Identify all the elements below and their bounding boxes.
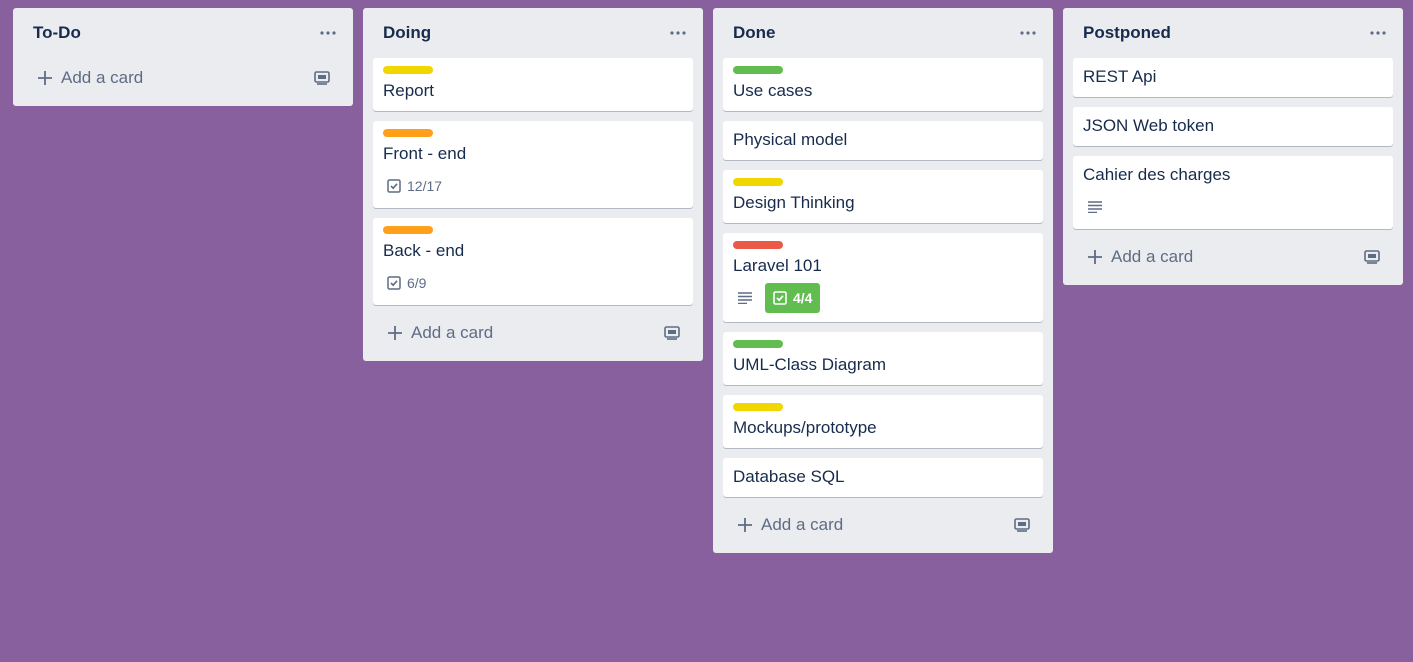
list-menu-button[interactable] — [663, 18, 693, 48]
card[interactable]: Front - end 12/17 — [373, 121, 693, 208]
add-card-label: Add a card — [761, 515, 844, 534]
description-badge — [733, 285, 757, 311]
more-horizontal-icon — [1370, 31, 1386, 35]
label-red[interactable] — [733, 241, 783, 249]
list-menu-button[interactable] — [1013, 18, 1043, 48]
card[interactable]: Laravel 101 4/4 — [723, 233, 1043, 322]
card-title: Mockups/prototype — [733, 418, 877, 437]
card-badges: 12/17 — [383, 173, 683, 199]
card-title: Use cases — [733, 81, 813, 100]
card-title: Front - end — [383, 144, 467, 163]
list-title[interactable]: To-Do — [33, 23, 81, 43]
add-card-button[interactable]: Add a card — [37, 68, 143, 88]
list-menu-button[interactable] — [313, 18, 343, 48]
checklist-complete-badge: 4/4 — [765, 283, 821, 313]
checklist-count: 12/17 — [407, 178, 443, 194]
description-badge — [1083, 194, 1107, 220]
checklist-icon — [387, 179, 401, 193]
label-yellow[interactable] — [383, 66, 433, 74]
card[interactable]: Mockups/prototype — [723, 395, 1043, 448]
plus-icon — [1088, 250, 1102, 264]
list-header: Postponed — [1073, 8, 1393, 58]
card-composer: Add a card — [1073, 237, 1393, 277]
label-green[interactable] — [733, 340, 783, 348]
list-title[interactable]: Doing — [383, 23, 431, 43]
template-icon — [1014, 518, 1030, 532]
card-title: Back - end — [383, 241, 465, 260]
card-list: Report Front - end 12/17 Back - end 6/9 — [373, 58, 693, 305]
card-title: Laravel 101 — [733, 256, 822, 275]
list-header: To-Do — [23, 8, 343, 58]
card-list: Use cases Physical model Design Thinking… — [723, 58, 1043, 497]
checklist-count: 4/4 — [793, 290, 813, 306]
card-composer: Add a card — [373, 313, 693, 353]
card[interactable]: UML-Class Diagram — [723, 332, 1043, 385]
card-title: Design Thinking — [733, 193, 855, 212]
label-orange[interactable] — [383, 226, 433, 234]
create-from-template-button[interactable] — [661, 322, 683, 344]
list-title[interactable]: Postponed — [1083, 23, 1171, 43]
more-horizontal-icon — [1020, 31, 1036, 35]
list-to-do: To-Do Add a card — [13, 8, 353, 106]
more-horizontal-icon — [670, 31, 686, 35]
create-from-template-button[interactable] — [1011, 514, 1033, 536]
plus-icon — [388, 326, 402, 340]
description-icon — [738, 292, 752, 304]
card-title: Cahier des charges — [1083, 165, 1231, 184]
card-title: JSON Web token — [1083, 116, 1215, 135]
template-icon — [1364, 250, 1380, 264]
add-card-label: Add a card — [61, 68, 144, 87]
list-doing: Doing Report Front - end 12/17 Back - en… — [363, 8, 703, 361]
label-yellow[interactable] — [733, 403, 783, 411]
card-list: REST Api JSON Web token Cahier des charg… — [1073, 58, 1393, 229]
list-header: Done — [723, 8, 1043, 58]
checklist-icon — [387, 276, 401, 290]
checklist-count: 6/9 — [407, 275, 427, 291]
card-title: Database SQL — [733, 467, 845, 486]
card-composer: Add a card — [23, 58, 343, 98]
list-done: Done Use cases Physical model Design Thi… — [713, 8, 1053, 553]
checklist-badge: 6/9 — [383, 270, 430, 296]
card[interactable]: Use cases — [723, 58, 1043, 111]
card-title: UML-Class Diagram — [733, 355, 887, 374]
create-from-template-button[interactable] — [1361, 246, 1383, 268]
card-badges — [1083, 194, 1383, 220]
card[interactable]: Back - end 6/9 — [373, 218, 693, 305]
card-badges: 6/9 — [383, 270, 683, 296]
template-icon — [314, 71, 330, 85]
card-badges: 4/4 — [733, 283, 1033, 313]
card-title: REST Api — [1083, 67, 1157, 86]
card[interactable]: Database SQL — [723, 458, 1043, 497]
card[interactable]: REST Api — [1073, 58, 1393, 97]
add-card-label: Add a card — [1111, 247, 1194, 266]
board: To-Do Add a card Doing Report Front - en… — [0, 0, 1413, 662]
label-orange[interactable] — [383, 129, 433, 137]
list-title[interactable]: Done — [733, 23, 776, 43]
add-card-button[interactable]: Add a card — [1087, 247, 1193, 267]
add-card-button[interactable]: Add a card — [387, 323, 493, 343]
more-horizontal-icon — [320, 31, 336, 35]
card[interactable]: Physical model — [723, 121, 1043, 160]
card[interactable]: Design Thinking — [723, 170, 1043, 223]
card-title: Physical model — [733, 130, 848, 149]
list-menu-button[interactable] — [1363, 18, 1393, 48]
card[interactable]: JSON Web token — [1073, 107, 1393, 146]
card[interactable]: Cahier des charges — [1073, 156, 1393, 229]
checklist-badge: 12/17 — [383, 173, 446, 199]
add-card-button[interactable]: Add a card — [737, 515, 843, 535]
card-title: Report — [383, 81, 435, 100]
create-from-template-button[interactable] — [311, 67, 333, 89]
label-green[interactable] — [733, 66, 783, 74]
plus-icon — [38, 71, 52, 85]
template-icon — [664, 326, 680, 340]
list-postponed: Postponed REST Api JSON Web token Cahier… — [1063, 8, 1403, 285]
description-icon — [1088, 201, 1102, 213]
add-card-label: Add a card — [411, 323, 494, 342]
list-header: Doing — [373, 8, 693, 58]
card[interactable]: Report — [373, 58, 693, 111]
card-composer: Add a card — [723, 505, 1043, 545]
plus-icon — [738, 518, 752, 532]
label-yellow[interactable] — [733, 178, 783, 186]
checklist-icon — [773, 291, 787, 305]
